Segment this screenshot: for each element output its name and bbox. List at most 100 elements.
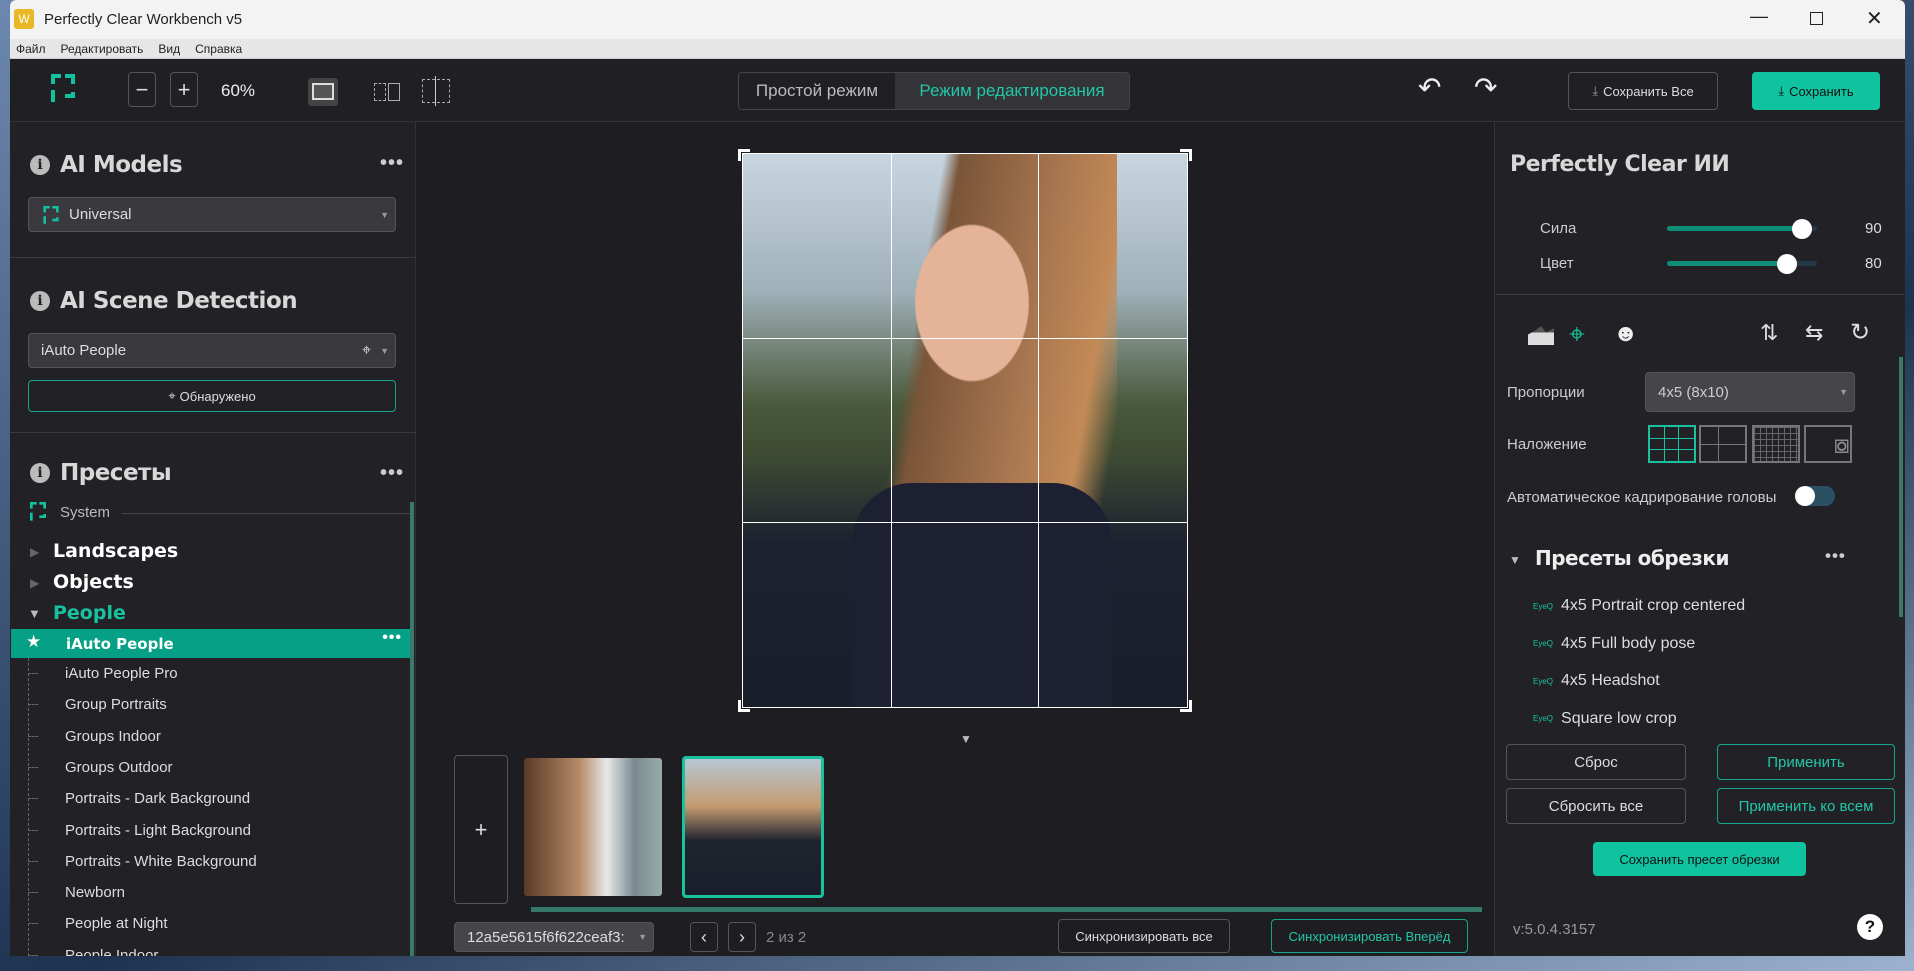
apply-button[interactable]: Применить — [1717, 744, 1895, 780]
collapse-icon[interactable]: ▼ — [28, 606, 41, 621]
help-button[interactable]: ? — [1857, 914, 1883, 940]
presets-more-button[interactable]: ••• — [380, 462, 404, 485]
tree-line — [28, 798, 38, 800]
thumbnail[interactable] — [524, 758, 662, 896]
right-panel: Perfectly Clear ИИ Сила 90 Цвет 80 ⌖ ☻ ⇅ … — [1494, 122, 1905, 956]
slider-thumb[interactable] — [1777, 254, 1797, 274]
save-all-button[interactable]: ⤓ Сохранить Все — [1568, 72, 1718, 110]
preset-item[interactable]: People at Night — [65, 915, 168, 932]
detected-button[interactable]: ⌖ Обнаружено — [28, 380, 396, 412]
filmstrip-scrollbar[interactable] — [531, 907, 1482, 912]
menu-view[interactable]: Вид — [158, 42, 180, 56]
preset-item[interactable]: Portraits - Dark Background — [65, 790, 250, 807]
sync-forward-button[interactable]: Синхронизировать Вперёд — [1271, 919, 1468, 953]
right-panel-scrollbar[interactable] — [1899, 357, 1903, 617]
crop-preset-item[interactable]: EyeQ Square low crop — [1533, 710, 1677, 728]
minimize-button[interactable]: — — [1750, 6, 1768, 27]
crop-preset-item[interactable]: EyeQ 4x5 Headshot — [1533, 672, 1660, 690]
maximize-button[interactable] — [1810, 12, 1823, 25]
simple-mode-tab[interactable]: Простой режим — [739, 73, 895, 109]
toolbar: − + 60% Простой режим Режим редактирован… — [10, 59, 1905, 122]
preset-item[interactable]: Group Portraits — [65, 696, 167, 713]
group-landscapes[interactable]: Landscapes — [53, 540, 178, 562]
prev-image-button[interactable]: ‹ — [690, 922, 718, 952]
slider-track[interactable] — [1667, 254, 1817, 274]
redo-icon[interactable]: ↷ — [1474, 71, 1497, 104]
info-icon[interactable]: i — [30, 463, 50, 483]
menu-file[interactable]: Файл — [16, 42, 46, 56]
proportions-select[interactable]: 4x5 (8x10) ▼ — [1645, 372, 1855, 412]
preset-item[interactable]: Groups Indoor — [65, 728, 161, 745]
save-crop-preset-button[interactable]: Сохранить пресет обрезки — [1593, 842, 1806, 876]
collapse-filmstrip-icon[interactable]: ▼ — [960, 732, 972, 746]
overlay-fine-grid-button[interactable] — [1752, 425, 1800, 463]
slider-thumb[interactable] — [1792, 219, 1812, 239]
crop-handle[interactable] — [738, 149, 750, 161]
slider-track[interactable] — [1667, 219, 1817, 239]
histogram-icon[interactable] — [1528, 326, 1554, 345]
crop-presets-more-button[interactable]: ••• — [1825, 546, 1846, 566]
crop-handle[interactable] — [1180, 149, 1192, 161]
preset-item[interactable]: iAuto People Pro — [65, 665, 178, 682]
ai-models-more-button[interactable]: ••• — [380, 152, 404, 175]
reset-all-button[interactable]: Сбросить все — [1506, 788, 1686, 824]
flip-horizontal-icon[interactable]: ⇆ — [1805, 320, 1823, 346]
crop-preset-label: 4x5 Headshot — [1561, 672, 1660, 689]
flip-vertical-icon[interactable]: ⇅ — [1760, 320, 1778, 346]
rotate-icon[interactable]: ↻ — [1850, 318, 1870, 347]
ai-model-select[interactable]: Universal ▼ — [28, 197, 396, 232]
auto-head-crop-toggle[interactable] — [1795, 486, 1835, 506]
logo-icon — [30, 502, 46, 521]
crop-preset-item[interactable]: EyeQ 4x5 Full body pose — [1533, 635, 1695, 653]
edit-mode-tab[interactable]: Режим редактирования — [895, 73, 1129, 109]
info-icon[interactable]: i — [30, 291, 50, 311]
thumbnail-selected[interactable] — [682, 756, 824, 898]
single-view-button[interactable] — [308, 78, 338, 106]
right-panel-title: Perfectly Clear ИИ — [1510, 152, 1730, 177]
divider — [10, 432, 416, 433]
preset-item[interactable]: Newborn — [65, 884, 125, 901]
reset-button[interactable]: Сброс — [1506, 744, 1686, 780]
scene-select[interactable]: iAuto People ⌖ ▼ — [28, 333, 396, 368]
close-button[interactable]: ✕ — [1866, 6, 1883, 31]
expand-icon[interactable]: ▶ — [30, 545, 39, 559]
overlay-thirds-button[interactable] — [1648, 425, 1696, 463]
auto-head-crop-label: Автоматическое кадрирование головы — [1507, 489, 1777, 506]
preset-more-button[interactable]: ••• — [382, 629, 402, 647]
menu-help[interactable]: Справка — [195, 42, 242, 56]
preset-item-selected[interactable]: ★ iAuto People ••• — [11, 629, 410, 658]
crop-grid-overlay[interactable] — [742, 153, 1188, 708]
group-objects[interactable]: Objects — [53, 571, 134, 593]
crop-handle[interactable] — [1180, 700, 1192, 712]
split-view-button[interactable] — [374, 83, 400, 101]
undo-icon[interactable]: ↶ — [1418, 71, 1441, 104]
presets-scrollbar[interactable] — [410, 502, 414, 956]
group-people[interactable]: People — [53, 602, 126, 624]
overlay-quarters-button[interactable] — [1699, 425, 1747, 463]
add-image-button[interactable]: + — [454, 755, 508, 904]
compare-view-button[interactable] — [422, 76, 450, 106]
preset-item[interactable]: Groups Outdoor — [65, 759, 173, 776]
overlay-golden-spiral-button[interactable]: ⧇ — [1804, 425, 1852, 463]
next-image-button[interactable]: › — [728, 922, 756, 952]
preset-item[interactable]: People Indoor — [65, 947, 158, 956]
face-icon[interactable]: ☻ — [1613, 320, 1638, 348]
star-icon: ★ — [26, 632, 42, 651]
menu-edit[interactable]: Редактировать — [61, 42, 144, 56]
app-window: W Perfectly Clear Workbench v5 — ✕ Файл … — [10, 0, 1905, 956]
sync-all-button[interactable]: Синхронизировать все — [1058, 919, 1230, 953]
apply-all-button[interactable]: Применить ко всем — [1717, 788, 1895, 824]
crosshair-icon[interactable]: ⌖ — [362, 342, 371, 360]
file-select[interactable]: 12a5e5615f6f622ceaf3: ▼ — [454, 922, 654, 952]
zoom-in-button[interactable]: + — [170, 72, 198, 107]
zoom-out-button[interactable]: − — [128, 72, 156, 107]
info-icon[interactable]: i — [30, 155, 50, 175]
crop-icon[interactable]: ⌖ — [1569, 318, 1585, 351]
crop-preset-item[interactable]: EyeQ 4x5 Portrait crop centered — [1533, 597, 1745, 615]
preset-item[interactable]: Portraits - Light Background — [65, 822, 251, 839]
crop-handle[interactable] — [738, 700, 750, 712]
save-button[interactable]: ⤓ Сохранить — [1752, 72, 1880, 110]
expand-icon[interactable]: ▶ — [30, 576, 39, 590]
collapse-icon[interactable]: ▼ — [1509, 553, 1521, 567]
preset-item[interactable]: Portraits - White Background — [65, 853, 257, 870]
